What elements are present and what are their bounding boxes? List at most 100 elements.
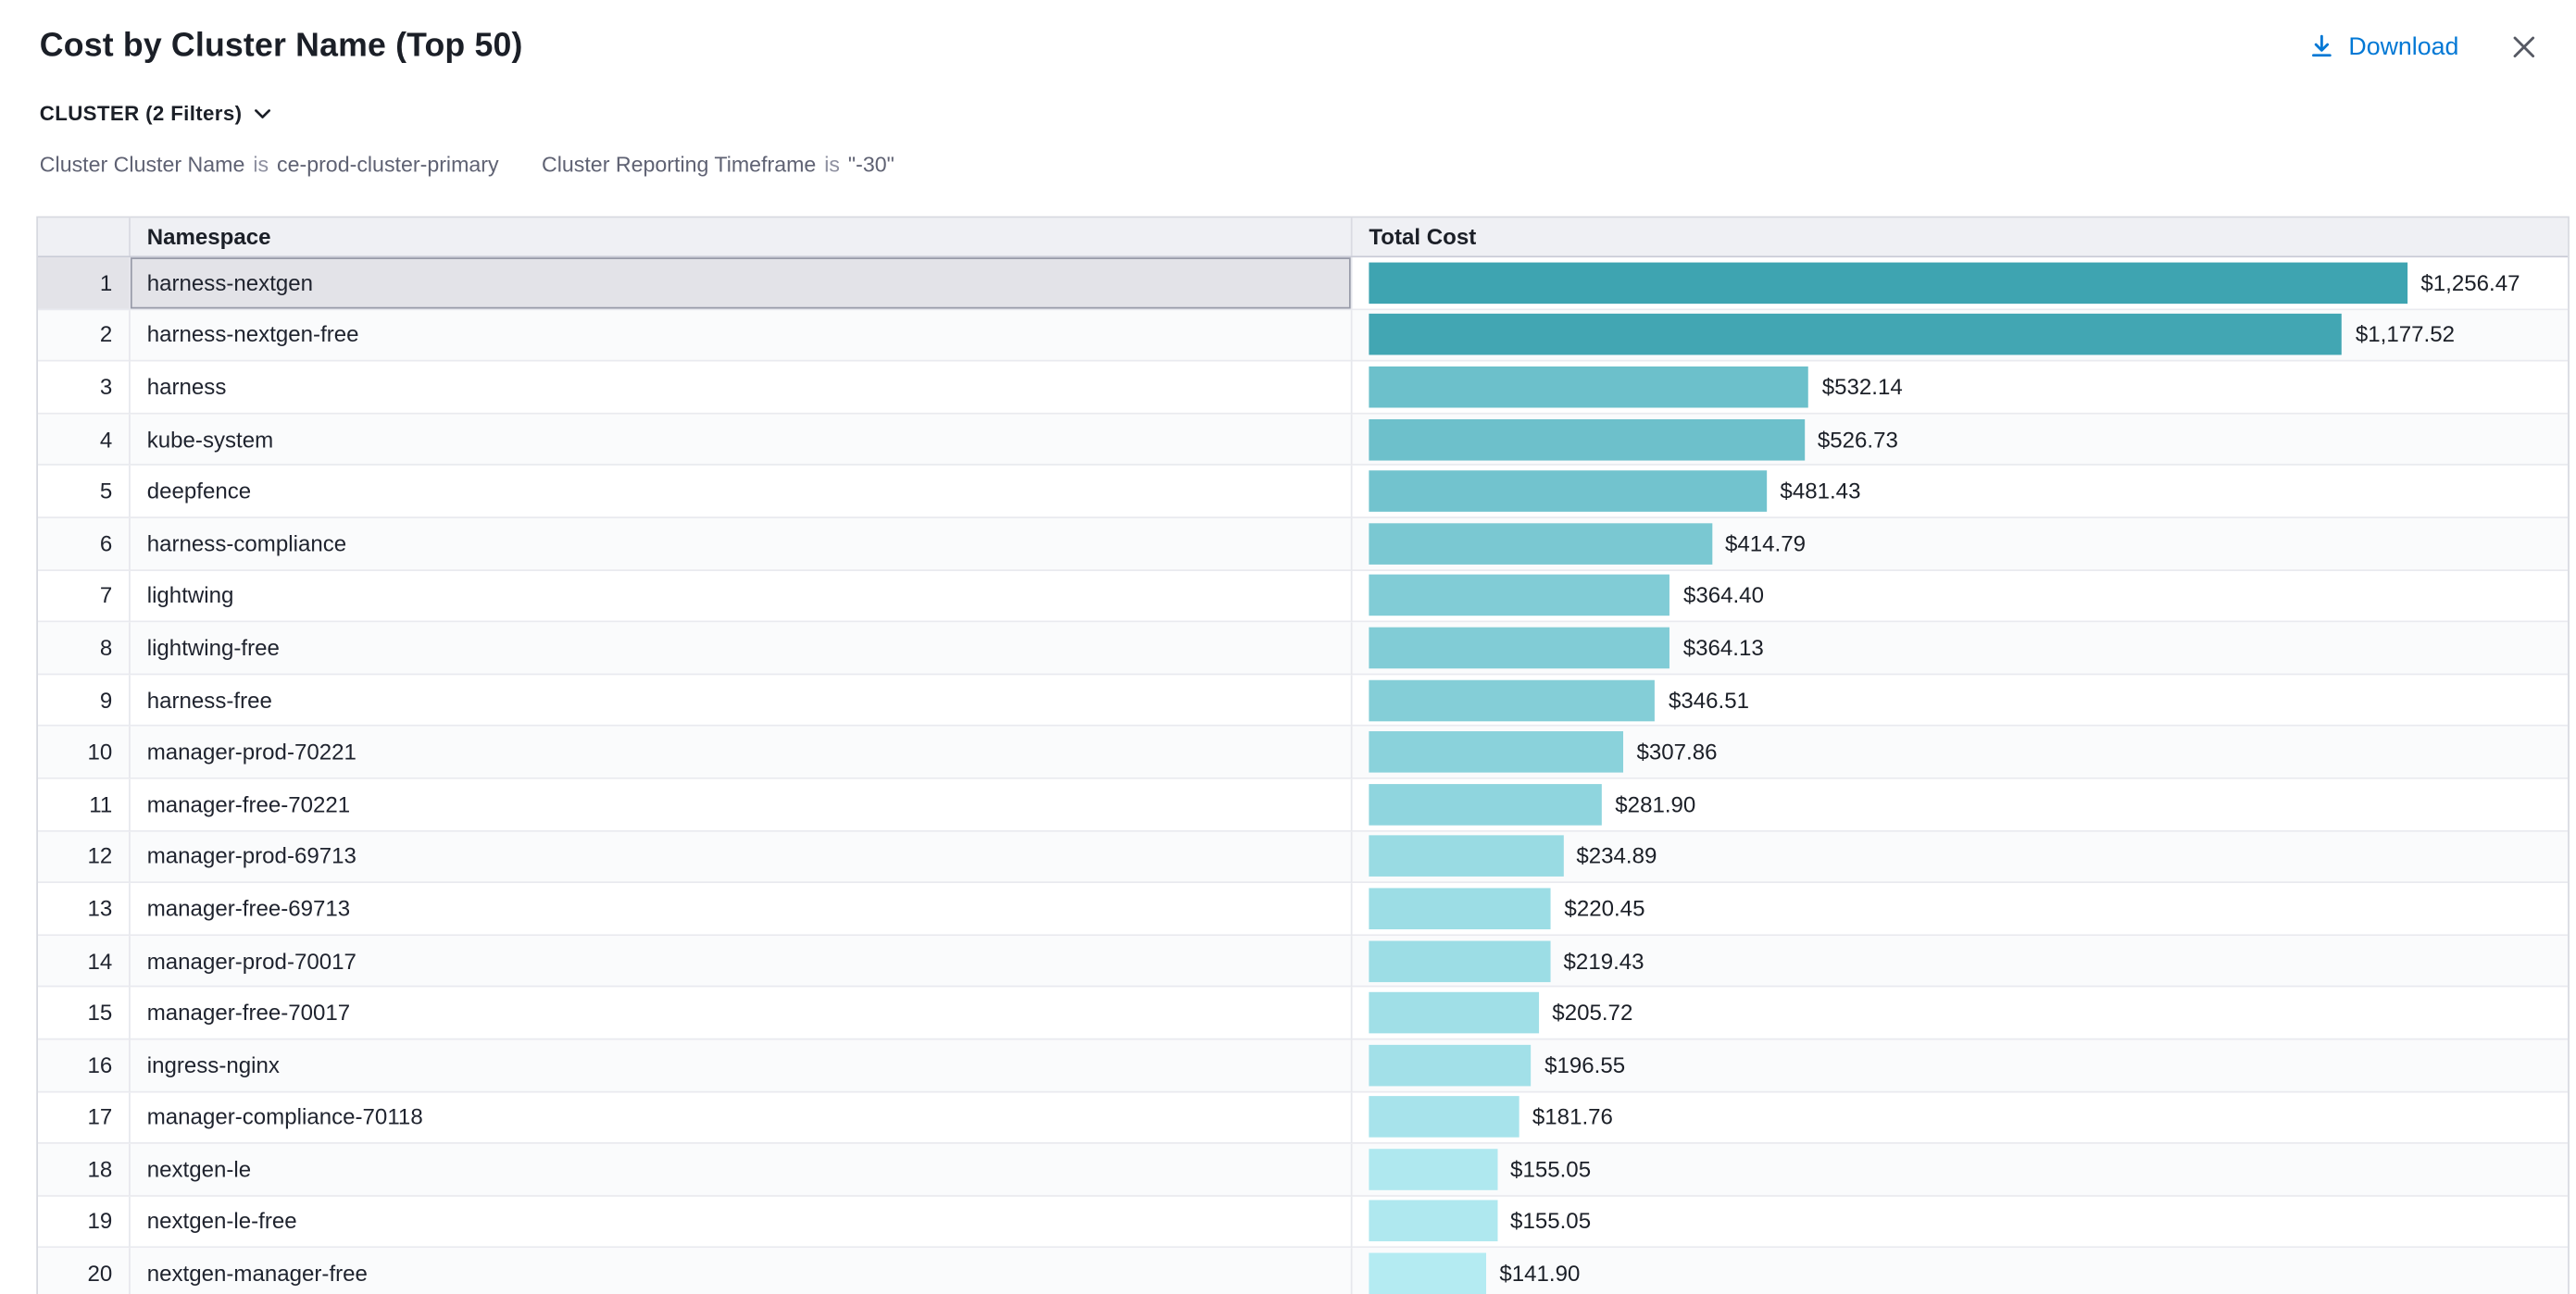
table-header-row: Namespace Total Cost <box>38 218 2568 257</box>
page-title: Cost by Cluster Name (Top 50) <box>40 23 523 69</box>
table-row[interactable]: 19 nextgen-le-free $155.05 <box>38 1196 2568 1248</box>
namespace-cell[interactable]: kube-system <box>131 414 1353 466</box>
cost-bar <box>1369 1201 1496 1242</box>
col-header-total-cost[interactable]: Total Cost <box>1353 218 2569 255</box>
row-number-cell: 4 <box>38 414 131 466</box>
filter-field: Cluster Cluster Name <box>40 152 245 177</box>
cost-table: Namespace Total Cost 1 harness-nextgen $… <box>36 217 2570 1294</box>
cost-bar <box>1369 940 1550 982</box>
cost-value-label: $219.43 <box>1564 949 1644 974</box>
filter-item[interactable]: Cluster Reporting Timeframe is "-30" <box>542 152 894 177</box>
col-header-rownum <box>38 218 131 255</box>
table-row[interactable]: 18 nextgen-le $155.05 <box>38 1144 2568 1196</box>
table-row[interactable]: 4 kube-system $526.73 <box>38 414 2568 466</box>
table-row[interactable]: 5 deepfence $481.43 <box>38 467 2568 518</box>
cost-bar <box>1369 1097 1519 1138</box>
table-row[interactable]: 12 manager-prod-69713 $234.89 <box>38 831 2568 883</box>
table-row[interactable]: 7 lightwing $364.40 <box>38 570 2568 622</box>
cost-bar <box>1369 315 2342 356</box>
cost-bar <box>1369 1253 1486 1294</box>
cost-bar <box>1369 471 1767 513</box>
namespace-cell[interactable]: harness-compliance <box>131 518 1353 570</box>
cost-bar <box>1369 575 1669 616</box>
download-icon <box>2309 33 2336 60</box>
total-cost-cell: $196.55 <box>1353 1039 2569 1091</box>
cost-value-label: $481.43 <box>1780 479 1860 504</box>
row-number-cell: 7 <box>38 570 131 622</box>
filter-item[interactable]: Cluster Cluster Name is ce-prod-cluster-… <box>40 152 499 177</box>
table-row[interactable]: 11 manager-free-70221 $281.90 <box>38 779 2568 831</box>
namespace-cell[interactable]: harness-nextgen-free <box>131 310 1353 362</box>
table-row[interactable]: 15 manager-free-70017 $205.72 <box>38 988 2568 1039</box>
row-number-cell: 6 <box>38 518 131 570</box>
table-row[interactable]: 9 harness-free $346.51 <box>38 675 2568 727</box>
cost-value-label: $155.05 <box>1510 1209 1591 1234</box>
cost-bar <box>1369 1044 1531 1086</box>
cost-bar <box>1369 367 1808 408</box>
namespace-cell[interactable]: nextgen-le-free <box>131 1196 1353 1248</box>
row-number-cell: 19 <box>38 1196 131 1248</box>
namespace-cell[interactable]: deepfence <box>131 467 1353 518</box>
cost-bar <box>1369 836 1563 877</box>
download-button[interactable]: Download <box>2309 32 2459 60</box>
filter-value: "-30" <box>848 152 894 177</box>
cost-value-label: $307.86 <box>1636 740 1717 765</box>
table-row[interactable]: 1 harness-nextgen $1,256.47 <box>38 257 2568 309</box>
namespace-cell[interactable]: lightwing-free <box>131 623 1353 675</box>
table-row[interactable]: 3 harness $532.14 <box>38 362 2568 414</box>
table-row[interactable]: 6 harness-compliance $414.79 <box>38 518 2568 570</box>
namespace-cell[interactable]: harness <box>131 362 1353 414</box>
namespace-cell[interactable]: ingress-nginx <box>131 1039 1353 1091</box>
namespace-cell[interactable]: lightwing <box>131 570 1353 622</box>
namespace-cell[interactable]: manager-prod-70017 <box>131 936 1353 988</box>
namespace-cell[interactable]: manager-prod-69713 <box>131 831 1353 883</box>
download-label: Download <box>2348 32 2458 60</box>
row-number-cell: 1 <box>38 257 131 309</box>
table-row[interactable]: 10 manager-prod-70221 $307.86 <box>38 727 2568 778</box>
row-number-cell: 11 <box>38 779 131 831</box>
table-row[interactable]: 13 manager-free-69713 $220.45 <box>38 883 2568 935</box>
total-cost-cell: $1,177.52 <box>1353 310 2569 362</box>
row-number-cell: 13 <box>38 883 131 935</box>
total-cost-cell: $532.14 <box>1353 362 2569 414</box>
filter-group-toggle[interactable]: CLUSTER (2 Filters) <box>40 103 270 126</box>
cost-value-label: $181.76 <box>1532 1105 1613 1130</box>
total-cost-cell: $141.90 <box>1353 1249 2569 1294</box>
namespace-cell[interactable]: manager-prod-70221 <box>131 727 1353 778</box>
row-number-cell: 3 <box>38 362 131 414</box>
namespace-cell[interactable]: manager-free-70221 <box>131 779 1353 831</box>
cost-bar <box>1369 1149 1496 1190</box>
table-row[interactable]: 20 nextgen-manager-free $141.90 <box>38 1249 2568 1294</box>
namespace-cell[interactable]: manager-free-70017 <box>131 988 1353 1039</box>
row-number-cell: 12 <box>38 831 131 883</box>
table-row[interactable]: 16 ingress-nginx $196.55 <box>38 1039 2568 1091</box>
table-row[interactable]: 8 lightwing-free $364.13 <box>38 623 2568 675</box>
namespace-cell[interactable]: manager-compliance-70118 <box>131 1092 1353 1144</box>
namespace-cell[interactable]: manager-free-69713 <box>131 883 1353 935</box>
close-button[interactable] <box>2511 34 2536 59</box>
total-cost-cell: $155.05 <box>1353 1196 2569 1248</box>
row-number-cell: 15 <box>38 988 131 1039</box>
row-number-cell: 10 <box>38 727 131 778</box>
cost-bar <box>1369 628 1669 669</box>
row-number-cell: 17 <box>38 1092 131 1144</box>
cost-bar <box>1369 888 1551 929</box>
col-header-namespace[interactable]: Namespace <box>131 218 1353 255</box>
row-number-cell: 2 <box>38 310 131 362</box>
cost-value-label: $141.90 <box>1499 1262 1580 1287</box>
cost-value-label: $346.51 <box>1669 688 1749 713</box>
cost-value-label: $364.40 <box>1683 583 1764 608</box>
cost-value-label: $281.90 <box>1615 792 1695 817</box>
namespace-cell[interactable]: harness-nextgen <box>131 257 1353 309</box>
table-row[interactable]: 2 harness-nextgen-free $1,177.52 <box>38 310 2568 362</box>
panel-header: Cost by Cluster Name (Top 50) Download <box>0 0 2576 69</box>
cost-value-label: $526.73 <box>1818 427 1898 452</box>
row-number-cell: 5 <box>38 467 131 518</box>
table-row[interactable]: 14 manager-prod-70017 $219.43 <box>38 936 2568 988</box>
total-cost-cell: $364.40 <box>1353 570 2569 622</box>
namespace-cell[interactable]: nextgen-le <box>131 1144 1353 1196</box>
namespace-cell[interactable]: nextgen-manager-free <box>131 1249 1353 1294</box>
namespace-cell[interactable]: harness-free <box>131 675 1353 727</box>
filter-operator: is <box>824 152 840 177</box>
table-row[interactable]: 17 manager-compliance-70118 $181.76 <box>38 1092 2568 1144</box>
